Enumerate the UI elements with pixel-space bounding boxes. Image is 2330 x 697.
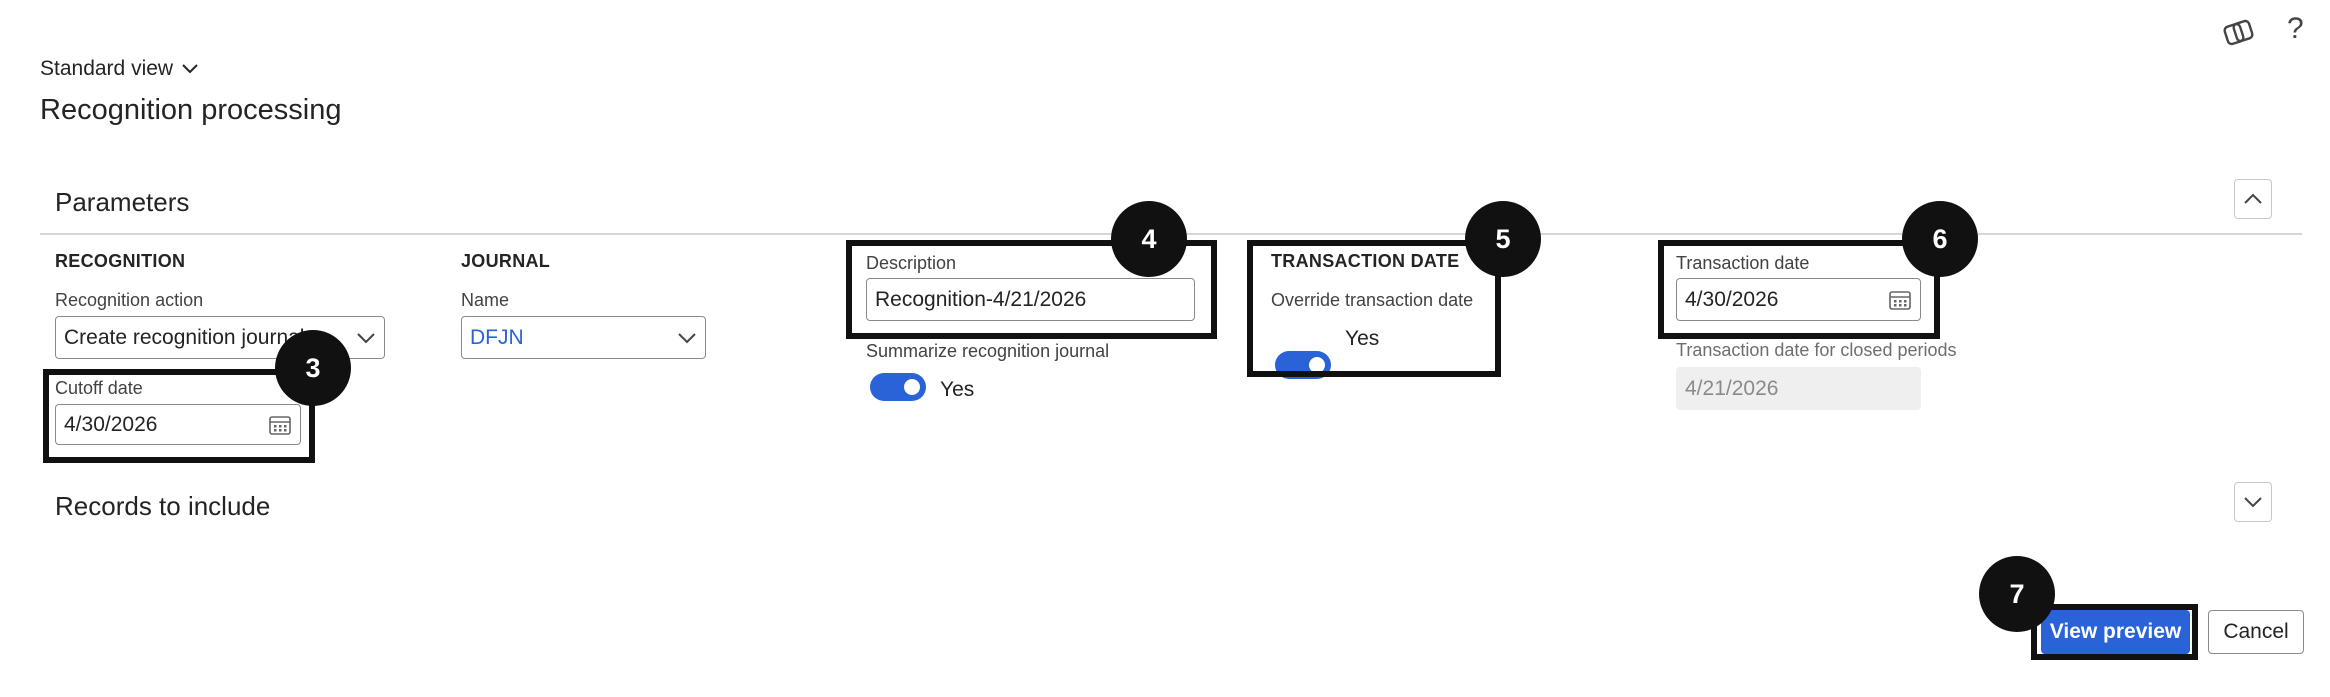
parameters-section-title: Parameters bbox=[55, 187, 190, 217]
journal-name-select[interactable]: DFJN bbox=[461, 316, 706, 359]
callout-badge-4: 4 bbox=[1111, 201, 1187, 277]
summarize-toggle-text: Yes bbox=[940, 378, 975, 401]
callout-frame-3 bbox=[43, 369, 315, 463]
view-selector-label: Standard view bbox=[40, 57, 174, 80]
view-selector[interactable]: Standard view bbox=[40, 57, 199, 81]
copilot-icon[interactable] bbox=[2222, 16, 2256, 50]
recognition-action-label: Recognition action bbox=[55, 290, 204, 310]
records-section-title: Records to include bbox=[55, 491, 271, 521]
journal-heading: JOURNAL bbox=[461, 251, 551, 271]
recognition-heading: RECOGNITION bbox=[55, 251, 186, 271]
callout-badge-3: 3 bbox=[275, 330, 351, 406]
journal-name-label: Name bbox=[461, 290, 510, 310]
callout-frame-7 bbox=[2031, 604, 2198, 660]
page-title: Recognition processing bbox=[40, 94, 342, 126]
question-mark-icon[interactable]: ? bbox=[2287, 12, 2304, 46]
callout-badge-7: 7 bbox=[1979, 556, 2055, 632]
closed-periods-date-input: 4/21/2026 bbox=[1676, 367, 1921, 410]
parameters-collapse-button[interactable] bbox=[2234, 179, 2272, 219]
closed-periods-date-value: 4/21/2026 bbox=[1685, 376, 1779, 400]
chevron-down-icon bbox=[182, 64, 198, 74]
callout-frame-5 bbox=[1247, 240, 1501, 377]
summarize-toggle[interactable] bbox=[870, 373, 926, 401]
summarize-label: Summarize recognition journal bbox=[866, 341, 1110, 361]
records-expand-button[interactable] bbox=[2234, 482, 2272, 522]
chevron-down-icon bbox=[357, 332, 375, 343]
callout-frame-6 bbox=[1658, 240, 1940, 339]
chevron-down-icon bbox=[678, 332, 696, 343]
callout-badge-6: 6 bbox=[1902, 201, 1978, 277]
chevron-down-icon bbox=[2244, 497, 2262, 508]
chevron-up-icon bbox=[2244, 193, 2262, 204]
cancel-button[interactable]: Cancel bbox=[2208, 610, 2304, 654]
journal-name-value[interactable]: DFJN bbox=[470, 326, 677, 350]
toggle-knob bbox=[904, 379, 920, 395]
closed-periods-date-label: Transaction date for closed periods bbox=[1676, 340, 1957, 360]
callout-badge-5: 5 bbox=[1465, 201, 1541, 277]
